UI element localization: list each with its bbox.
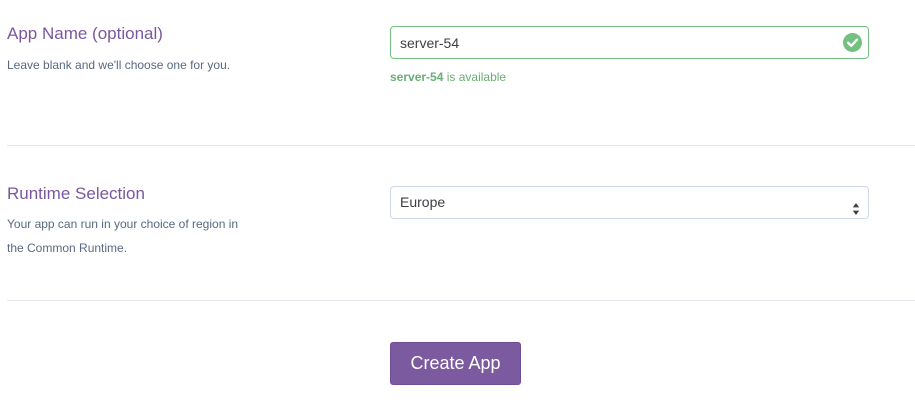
app-name-title: App Name (optional) bbox=[7, 24, 163, 43]
availability-message: server-54 is available bbox=[390, 70, 506, 84]
app-name-input[interactable] bbox=[390, 26, 869, 59]
runtime-description: Your app can run in your choice of regio… bbox=[7, 212, 267, 260]
runtime-description-line-2: the Common Runtime. bbox=[7, 241, 128, 255]
check-circle-icon bbox=[843, 33, 862, 52]
runtime-description-line-1: Your app can run in your choice of regio… bbox=[7, 217, 239, 231]
region-select-value: Europe bbox=[400, 194, 446, 210]
section-divider bbox=[7, 145, 915, 146]
create-app-form: App Name (optional) Leave blank and we'l… bbox=[0, 0, 915, 402]
availability-app-name: server-54 bbox=[390, 70, 444, 84]
availability-text: is available bbox=[443, 70, 507, 84]
section-divider bbox=[7, 300, 915, 301]
create-app-button[interactable]: Create App bbox=[390, 342, 521, 385]
up-down-arrows-icon bbox=[852, 196, 860, 215]
region-select[interactable]: Europe bbox=[390, 186, 869, 219]
runtime-title: Runtime Selection bbox=[7, 184, 145, 203]
app-name-description: Leave blank and we'll choose one for you… bbox=[7, 58, 231, 72]
